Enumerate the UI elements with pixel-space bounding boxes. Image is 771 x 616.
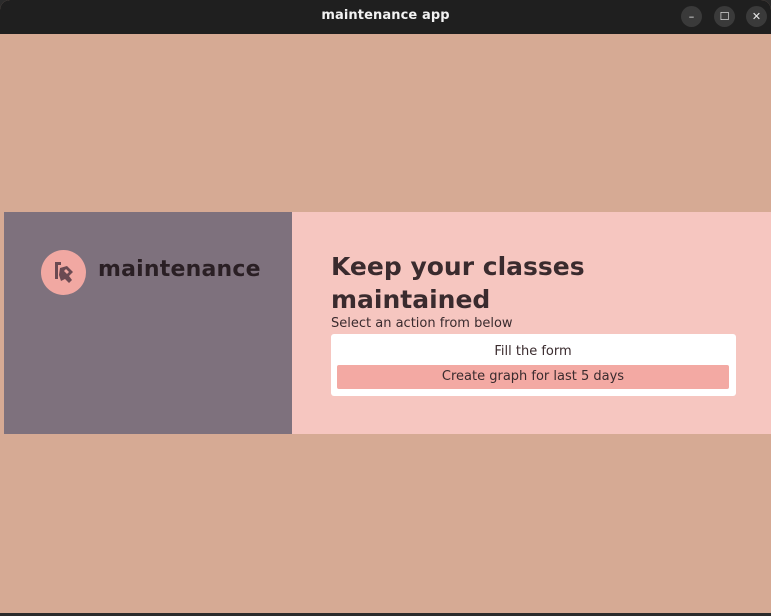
title-bar[interactable]: maintenance app – ☐ ✕ — [0, 0, 771, 34]
content-area: maintenance Keep your classes maintained… — [4, 34, 771, 611]
hero-band: maintenance Keep your classes maintained… — [4, 212, 771, 434]
maximize-button[interactable]: ☐ — [714, 6, 735, 27]
close-button[interactable]: ✕ — [746, 6, 767, 27]
fill-form-button[interactable]: Fill the form — [337, 340, 729, 364]
brand-name: maintenance — [98, 257, 261, 282]
action-list: Fill the form Create graph for last 5 da… — [331, 334, 736, 396]
brand-panel: maintenance — [4, 212, 292, 434]
action-panel: Keep your classes maintained Select an a… — [292, 212, 771, 434]
create-graph-button[interactable]: Create graph for last 5 days — [337, 365, 729, 389]
page-title: Keep your classes maintained — [331, 252, 585, 314]
minimize-button[interactable]: – — [681, 6, 702, 27]
page-subtitle: Select an action from below — [331, 316, 513, 331]
carpentry-icon — [55, 262, 73, 283]
app-window: maintenance app – ☐ ✕ maintenance Keep y… — [0, 0, 771, 613]
window-title: maintenance app — [321, 8, 450, 23]
logo — [41, 250, 86, 295]
